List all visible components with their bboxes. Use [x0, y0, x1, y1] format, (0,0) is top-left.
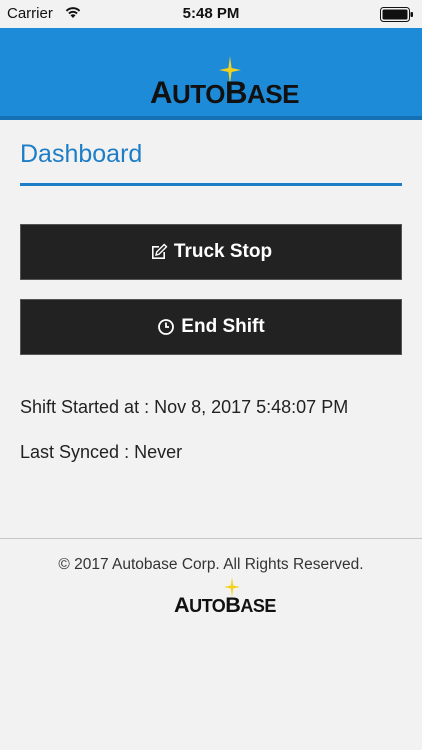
shift-started-text: Shift Started at : Nov 8, 2017 5:48:07 P…: [20, 397, 349, 417]
truck-stop-label: Truck Stop: [173, 241, 273, 262]
status-bar: Carrier 5:48 PM: [0, 0, 422, 28]
edit-icon: [150, 243, 168, 261]
copyright-text: © 2017 Autobase Corp. All Rights Reserve…: [58, 556, 364, 573]
footer-autobase-logo: AUTOBASE: [174, 592, 276, 617]
page-title: Dashboard: [20, 140, 143, 168]
autobase-logo: AUTOBASE: [150, 75, 299, 110]
end-shift-button[interactable]: End Shift: [20, 299, 402, 355]
last-synced-text: Last Synced : Never: [20, 442, 183, 462]
battery-full-icon: [380, 7, 414, 22]
end-shift-label: End Shift: [181, 316, 265, 337]
clock-icon: [157, 318, 175, 336]
clock-time: 5:48 PM: [182, 5, 240, 22]
truck-stop-button[interactable]: Truck Stop: [20, 224, 402, 280]
app-header: AUTOBASE: [0, 28, 422, 120]
footer-divider: [0, 538, 422, 539]
page-title-row: Dashboard: [20, 140, 402, 186]
